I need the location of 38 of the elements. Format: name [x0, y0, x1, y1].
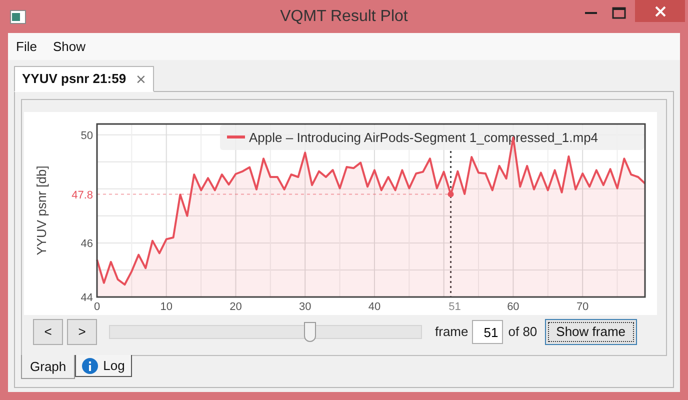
tab[interactable]: Log	[75, 355, 132, 377]
marker-dot	[448, 191, 454, 198]
x-tick-label: 60	[507, 301, 520, 313]
x-tick-label: 0	[94, 301, 100, 313]
menu-item[interactable]: File	[13, 36, 40, 56]
x-tick-label: 51	[448, 301, 461, 313]
y-tick-label: 47.8	[72, 189, 93, 202]
window-title: VQMT Result Plot	[280, 6, 408, 26]
y-tick-label: 46	[80, 238, 93, 250]
y-tick-label: 44	[80, 292, 93, 304]
previous-button[interactable]: <	[33, 319, 63, 345]
close-tab-button[interactable]: ×	[136, 70, 146, 88]
y-axis-label: YYUV psnr [db]	[34, 166, 49, 256]
slider-thumb[interactable]	[304, 322, 316, 342]
legend: Apple – Introducing AirPods-Segment 1_compressed_1.mp4	[220, 125, 644, 150]
menu-item[interactable]: Show	[50, 36, 88, 56]
minimize-icon	[585, 12, 597, 14]
close-button[interactable]	[635, 0, 685, 22]
next-button[interactable]: >	[67, 319, 97, 345]
tab-label: YYUV psnr 21:59	[22, 70, 126, 88]
x-tick-label: 20	[230, 301, 242, 313]
show-frame-button[interactable]: Show frame	[545, 319, 637, 345]
x-tick-label: 40	[368, 301, 381, 313]
frame-field[interactable]: 51	[472, 320, 504, 344]
y-tick-label: 50	[80, 130, 93, 142]
total-frames-label: of 80	[508, 323, 538, 342]
app-icon	[10, 10, 26, 24]
tab[interactable]: YYUV psnr 21:59 ×	[14, 66, 154, 92]
tab[interactable]: Graph	[21, 355, 76, 379]
frame-label: frame	[435, 323, 468, 342]
x-tick-label: 70	[576, 301, 589, 313]
tab-label: Log	[103, 356, 125, 375]
close-icon	[654, 6, 666, 16]
x-tick-label: 10	[160, 301, 172, 313]
tab-label: Graph	[30, 358, 66, 376]
legend-label: Apple – Introducing AirPods-Segment 1_compressed_1.mp4	[249, 130, 598, 145]
maximize-icon	[612, 7, 626, 19]
x-tick-label: 30	[298, 301, 312, 313]
